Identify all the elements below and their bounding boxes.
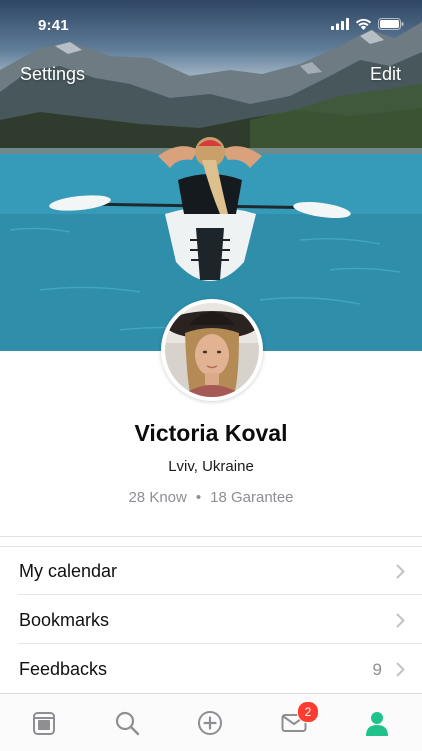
tab-search[interactable]	[112, 708, 142, 738]
profile-icon	[366, 712, 388, 736]
menu-item-label: Feedbacks	[19, 659, 108, 679]
avatar[interactable]	[161, 299, 263, 401]
profile-name: Victoria Koval	[134, 420, 288, 446]
stat-know[interactable]: 28 Know	[128, 489, 186, 506]
stat-garantee-value: 18	[210, 489, 227, 506]
profile-stats: 28 Know • 18 Garantee	[0, 489, 422, 506]
wifi-icon	[355, 18, 372, 30]
battery-icon	[378, 18, 404, 30]
tab-calendar[interactable]	[29, 708, 59, 738]
cellular-signal-icon	[331, 18, 349, 30]
profile-menu: My calendar Bookmarks Feedbacks 9	[0, 546, 422, 693]
section-divider	[0, 536, 422, 537]
chevron-right-icon	[396, 662, 405, 677]
settings-button[interactable]: Settings	[20, 64, 85, 85]
chevron-right-icon	[396, 564, 405, 579]
menu-item-bookmarks[interactable]: Bookmarks	[0, 595, 422, 644]
tab-add[interactable]	[195, 708, 225, 738]
menu-item-label: My calendar	[19, 561, 118, 581]
tab-bar: 2	[0, 693, 422, 751]
status-bar: 9:41	[0, 0, 422, 52]
chevron-right-icon	[396, 613, 405, 628]
menu-item-label: Bookmarks	[19, 610, 110, 630]
feedbacks-count: 9	[372, 660, 382, 679]
stat-garantee[interactable]: 18 Garantee	[210, 489, 293, 506]
menu-item-my-calendar[interactable]: My calendar	[0, 546, 422, 595]
status-time: 9:41	[38, 17, 69, 34]
tab-profile[interactable]	[362, 708, 392, 738]
status-icons	[331, 18, 404, 30]
edit-button[interactable]: Edit	[370, 64, 401, 85]
menu-item-feedbacks[interactable]: Feedbacks 9	[0, 644, 422, 693]
stat-garantee-label: Garantee	[230, 489, 294, 506]
avatar-photo	[165, 303, 259, 397]
calendar-icon	[33, 712, 55, 735]
add-icon	[198, 711, 222, 735]
search-icon	[115, 711, 140, 736]
stat-know-value: 28	[128, 489, 146, 506]
stat-know-label: Know	[149, 489, 187, 506]
tab-messages[interactable]: 2	[279, 701, 319, 738]
profile-location: Lviv, Ukraine	[168, 458, 254, 475]
unread-badge: 2	[297, 701, 319, 723]
stats-separator: •	[195, 489, 202, 506]
